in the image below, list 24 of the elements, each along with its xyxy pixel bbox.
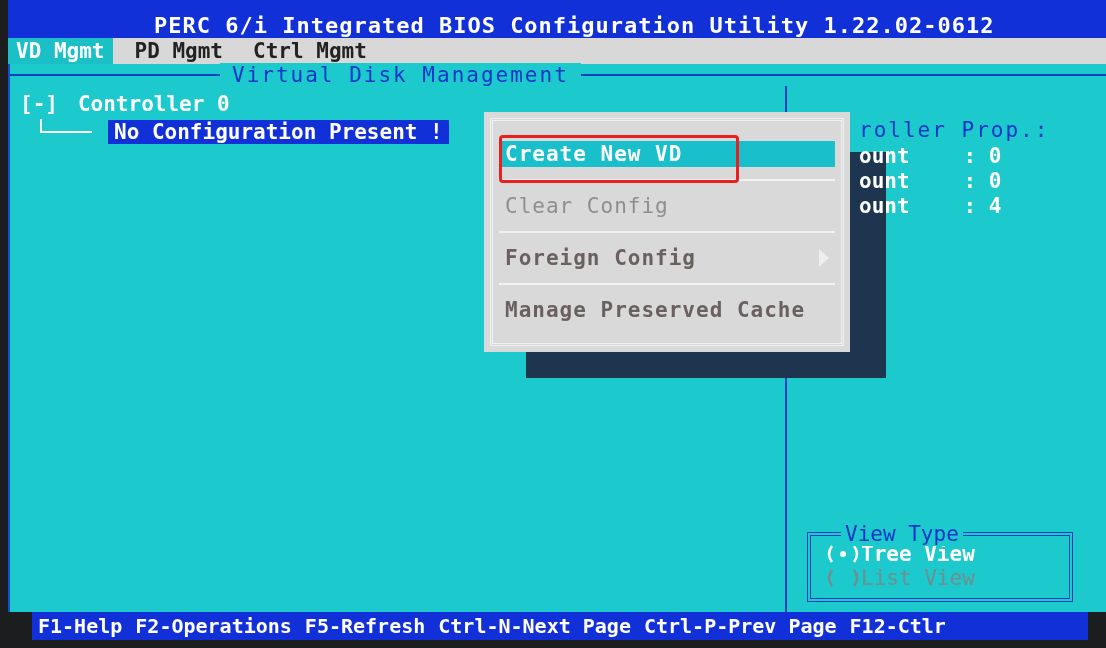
radio-icon [825,568,861,588]
window-title: PERC 6/i Integrated BIOS Configuration Utility 1.22.02-0612 [154,13,995,38]
tab[interactable]: VD Mgmt [8,38,113,64]
shortcut-hint: F5-Refresh [304,614,426,638]
shortcut-hint: F12-Ctlr [849,614,946,638]
shortcut-hint: F2-Operations [135,614,292,638]
tree-connector [40,119,92,133]
group-title: View Type [841,522,963,546]
tree-item[interactable]: No Configuration Present ! [108,120,449,144]
properties-heading: roller Prop.: [859,118,1051,142]
expand-toggle[interactable]: [-] [20,92,58,116]
shortcut-hint: F1-Help [38,614,123,638]
property-value: : 0 [963,144,1002,169]
shortcut-hint: Ctrl-N-Next Page [438,614,631,638]
panel-title: Virtual Disk Management [220,63,581,87]
menu-item[interactable]: Manage Preserved Cache [499,285,835,335]
tree-item[interactable]: Controller 0 [71,92,236,116]
radio-icon [825,544,861,564]
tab[interactable]: Ctrl Mgmt [245,38,375,64]
tab[interactable]: PD Mgmt [126,38,232,64]
menu-item[interactable]: Foreign Config [499,233,835,285]
shortcut-hint: Ctrl-P-Prev Page [643,614,837,638]
property-value: : 0 [963,169,1002,194]
property-value: : 4 [963,194,1002,219]
